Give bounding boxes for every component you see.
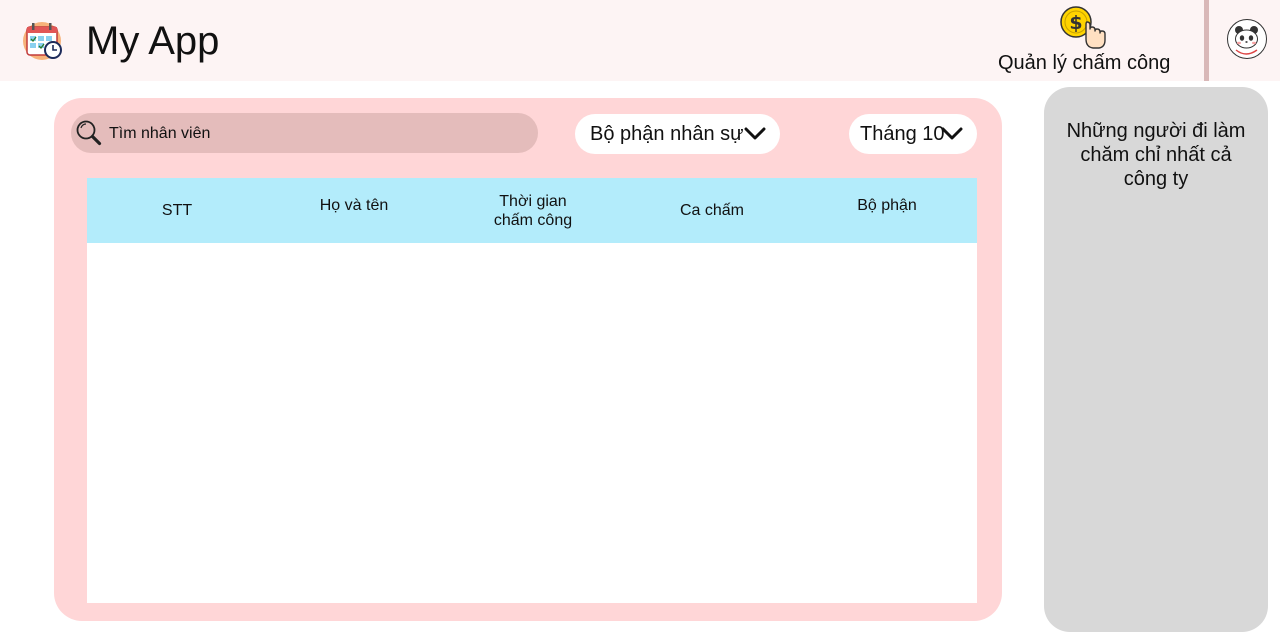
- chevron-down-icon: [744, 126, 766, 142]
- month-select-value: Tháng 10: [860, 123, 945, 145]
- coin-hand-icon: $: [1058, 4, 1110, 52]
- top-employees-title-line2: chăm chỉ nhất cả: [1080, 144, 1232, 166]
- nav-attendance-management[interactable]: $ Quản lý chấm công: [998, 2, 1171, 78]
- table-header: STT Họ và tên Thời gian chấm công Ca chấ…: [87, 178, 977, 243]
- attendance-table: STT Họ và tên Thời gian chấm công Ca chấ…: [87, 178, 977, 603]
- column-header-shift[interactable]: Ca chấm: [622, 201, 802, 220]
- svg-text:$: $: [1069, 12, 1082, 34]
- column-header-label: Thời gian: [499, 193, 567, 210]
- nav-attendance-label: Quản lý chấm công: [998, 52, 1171, 74]
- column-header-name[interactable]: Họ và tên: [264, 196, 444, 215]
- column-header-label: STT: [161, 202, 193, 219]
- department-select[interactable]: Bộ phận nhân sự: [575, 114, 780, 154]
- column-header-label: Bộ phận: [857, 197, 917, 214]
- column-header-attendance-time[interactable]: Thời gian chấm công: [443, 192, 623, 230]
- column-header-department[interactable]: Bộ phận: [797, 196, 977, 215]
- header-divider: [1204, 0, 1209, 81]
- search-box[interactable]: [71, 113, 538, 153]
- month-select[interactable]: Tháng 10: [849, 114, 977, 154]
- search-icon: [75, 119, 103, 147]
- chevron-down-icon: [941, 126, 963, 142]
- user-avatar[interactable]: [1227, 19, 1267, 59]
- top-employees-title-line1: Những người đi làm: [1066, 120, 1246, 142]
- top-employees-title: Những người đi làm chăm chỉ nhất cả công…: [1054, 119, 1258, 191]
- top-employees-panel: Những người đi làm chăm chỉ nhất cả công…: [1044, 87, 1268, 632]
- calendar-clock-icon: [22, 20, 64, 62]
- search-input[interactable]: [107, 118, 531, 150]
- app-title: My App: [86, 19, 220, 63]
- column-header-stt[interactable]: STT: [87, 201, 267, 220]
- panda-avatar-icon: [1228, 20, 1265, 57]
- attendance-panel: Bộ phận nhân sự Tháng 10 STT Họ và tên T…: [54, 98, 1002, 621]
- column-header-label: Họ và tên: [319, 197, 389, 214]
- top-employees-title-line3: công ty: [1123, 168, 1189, 190]
- column-header-label: Ca chấm: [679, 202, 745, 219]
- column-header-label-line2: chấm công: [493, 212, 573, 229]
- department-select-value: Bộ phận nhân sự: [590, 123, 744, 145]
- app-header: My App $ Quản lý chấm công: [0, 0, 1280, 81]
